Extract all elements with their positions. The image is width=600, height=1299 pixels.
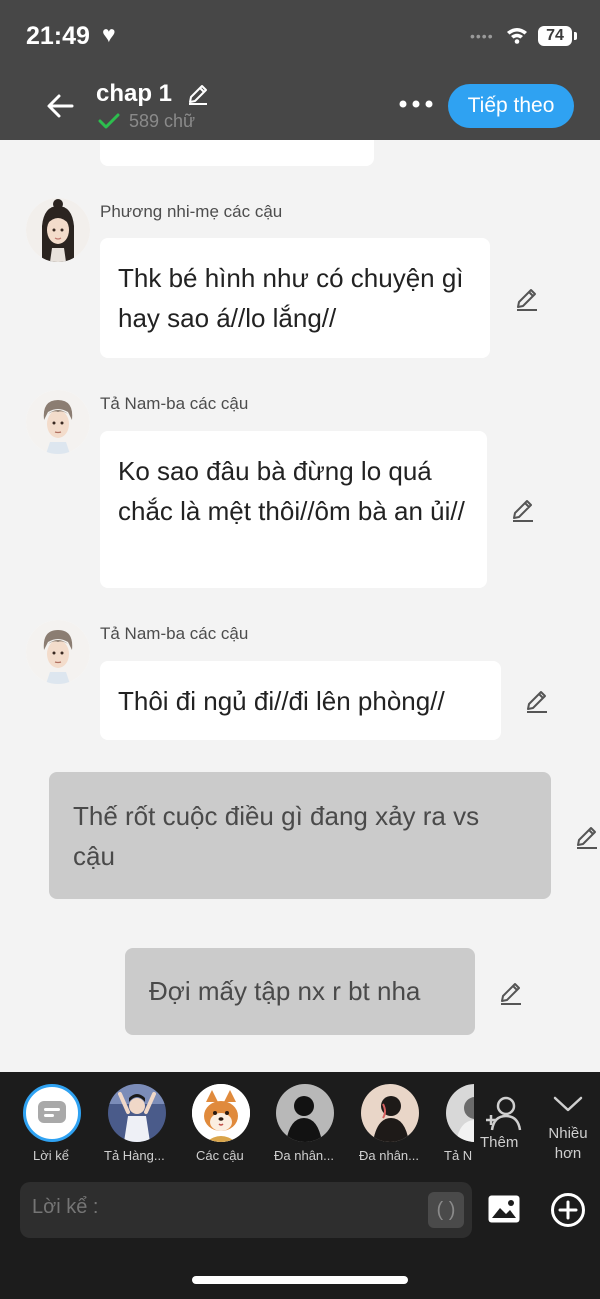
narration-input[interactable] xyxy=(32,1196,412,1219)
avatar-ta-nam xyxy=(26,620,90,684)
edit-pencil-icon[interactable] xyxy=(498,980,524,1006)
character-label: Đa nhân... xyxy=(359,1148,419,1163)
top-bar: 21:49 ♥ •••• 74 chap 1 589 chữ Tiếp theo xyxy=(0,0,600,140)
chapter-title: chap 1 xyxy=(96,80,173,107)
character-cac-cau[interactable] xyxy=(191,1084,251,1142)
character-narrator[interactable] xyxy=(22,1084,82,1142)
cac-cau-avatar xyxy=(192,1084,250,1142)
character-label: Đa nhân... xyxy=(274,1148,334,1163)
character-label: Tả Hàng... xyxy=(104,1148,165,1163)
ta-n-avatar xyxy=(446,1084,474,1142)
message-bubble[interactable]: Ko sao đâu bà đừng lo quá chắc là mệt th… xyxy=(100,431,487,588)
narrator-avatar xyxy=(23,1084,81,1142)
add-plus-icon[interactable] xyxy=(550,1192,586,1228)
chevron-down-icon[interactable] xyxy=(552,1094,584,1114)
status-time: 21:49 xyxy=(26,22,90,50)
da-nhan-1-avatar xyxy=(276,1084,334,1142)
character-ta-n[interactable] xyxy=(446,1084,474,1142)
da-nhan-2-avatar xyxy=(361,1084,419,1142)
message-input-bar: ( ) xyxy=(20,1182,472,1238)
avatar-phuong-nhi xyxy=(26,198,90,262)
check-icon xyxy=(98,113,120,129)
chat-bubble-icon xyxy=(38,1101,66,1123)
character-da-nhan-1[interactable] xyxy=(275,1084,335,1142)
word-count: 589 chữ xyxy=(129,111,196,131)
message-text: Ko sao đâu bà đừng lo quá chắc là mệt th… xyxy=(118,456,465,526)
message-bubble[interactable]: Thôi đi ngủ đi//đi lên phòng// xyxy=(100,661,501,740)
message-text: Thk bé hình như có chuyện gì hay sao á//… xyxy=(118,263,464,333)
message-bubble[interactable]: Thk bé hình như có chuyện gì hay sao á//… xyxy=(100,238,490,358)
character-da-nhan-2[interactable] xyxy=(360,1084,420,1142)
avatar-ta-nam xyxy=(26,390,90,454)
edit-pencil-icon[interactable] xyxy=(514,286,540,312)
add-character-icon[interactable] xyxy=(484,1092,524,1132)
speaker-name: Tả Nam-ba các cậu xyxy=(100,394,249,413)
narration-bubble[interactable]: Đợi mấy tập nx r bt nha xyxy=(125,948,475,1035)
narration-text: Thế rốt cuộc điều gì đang xảy ra vs cậu xyxy=(73,801,480,871)
edit-pencil-icon[interactable] xyxy=(574,824,600,850)
more-options-icon[interactable] xyxy=(398,98,434,110)
heart-icon: ♥ xyxy=(102,21,116,47)
character-label: Các cậu xyxy=(196,1148,244,1163)
message-text: Thôi đi ngủ đi//đi lên phòng// xyxy=(118,686,445,716)
edit-pencil-icon[interactable] xyxy=(524,688,550,714)
speaker-name: Tả Nam-ba các cậu xyxy=(100,624,249,643)
parenthesis-button[interactable]: ( ) xyxy=(428,1192,464,1228)
narration-bubble[interactable]: Thế rốt cuộc điều gì đang xảy ra vs cậu xyxy=(49,772,551,899)
wifi-icon xyxy=(507,28,527,44)
narration-text: Đợi mấy tập nx r bt nha xyxy=(149,976,421,1006)
signal-dots-icon: •••• xyxy=(470,28,494,44)
home-indicator xyxy=(192,1276,408,1284)
ta-hang-avatar xyxy=(108,1084,166,1142)
character-label: Tả N xyxy=(444,1148,473,1163)
character-ta-hang[interactable] xyxy=(107,1084,167,1142)
battery-indicator: 74 xyxy=(538,26,577,46)
character-label: Lời kể xyxy=(33,1148,69,1163)
add-character-label[interactable]: Thêm xyxy=(480,1134,518,1151)
more-label[interactable]: Nhiều hơn xyxy=(545,1124,591,1164)
next-button[interactable]: Tiếp theo xyxy=(448,84,574,128)
edit-title-pencil-icon[interactable] xyxy=(186,82,210,106)
edit-pencil-icon[interactable] xyxy=(510,497,536,523)
speaker-name: Phương nhi-mẹ các cậu xyxy=(100,202,283,221)
back-arrow-icon[interactable] xyxy=(44,90,76,122)
image-icon[interactable] xyxy=(487,1194,521,1224)
